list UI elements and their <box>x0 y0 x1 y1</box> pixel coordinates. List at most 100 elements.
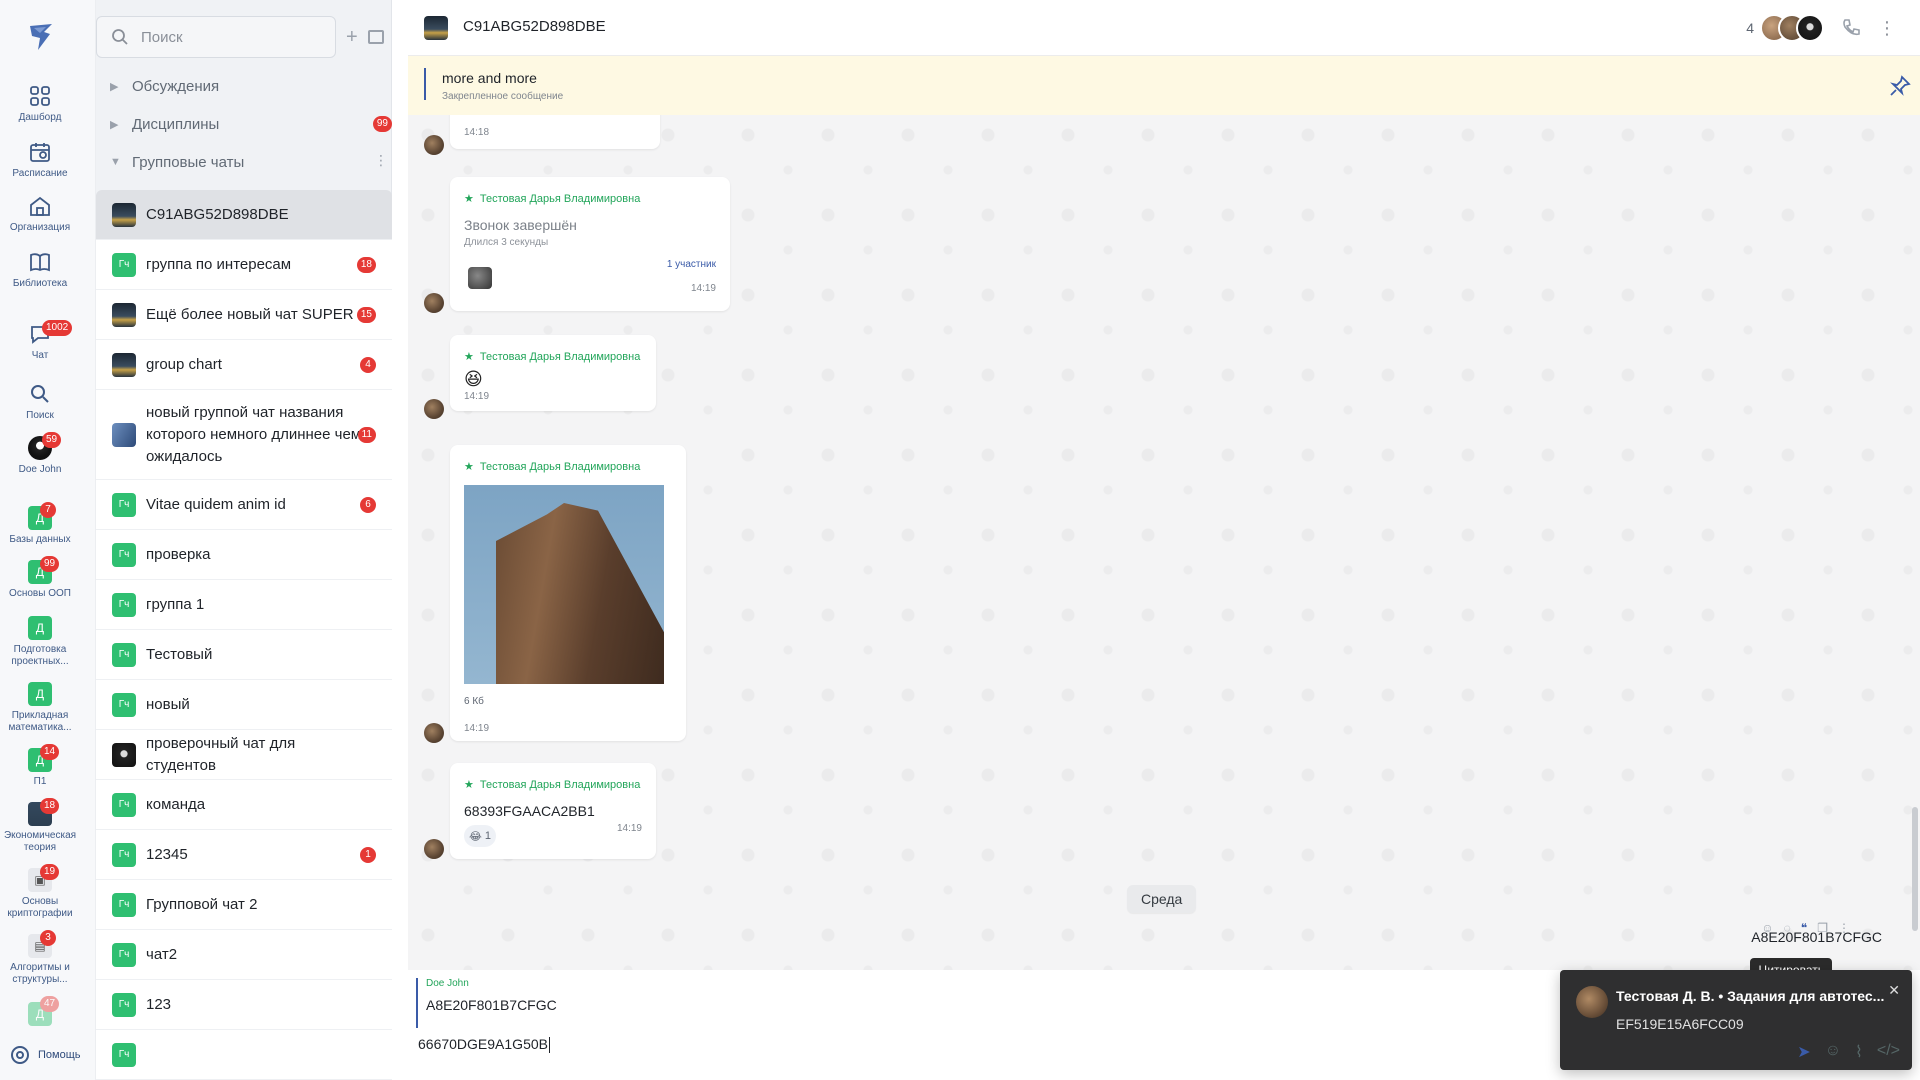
pin-icon[interactable] <box>1888 74 1912 98</box>
close-icon[interactable]: ✕ <box>1888 982 1900 999</box>
chat-list-item[interactable]: Гч Тестовый <box>96 630 392 680</box>
message-bubble[interactable]: ★ Тестовая Дарья Владимировна 😆 14:19 <box>450 335 656 411</box>
chat-title[interactable]: C91ABG52D898DBE <box>463 18 606 35</box>
pinned-subtitle: Закрепленное сообщение <box>442 91 564 102</box>
rail-label: Дашборд <box>18 112 62 123</box>
message-time: 14:19 <box>464 723 490 734</box>
chat-list-item[interactable]: Гч Групповой чат 2 <box>96 880 392 930</box>
rail-label: Организация <box>9 222 71 233</box>
chat-list-item[interactable]: Гч новый <box>96 680 392 730</box>
message-sender[interactable]: ★ Тестовая Дарья Владимировна <box>464 460 640 474</box>
rail-chat[interactable]: 1002 Чат <box>0 320 80 362</box>
notification-toast[interactable]: Тестовая Д. В. • Задания для автотес... … <box>1560 970 1912 1070</box>
more-vertical-icon[interactable]: ⋮ <box>1878 18 1896 39</box>
message-input[interactable]: 66670DGE9A1G50B <box>418 1036 550 1054</box>
chat-list-item[interactable]: Гч группа 1 <box>96 580 392 630</box>
pinned-message[interactable]: more and more Закрепленное сообщение <box>408 56 1920 115</box>
section-disciplines[interactable]: ▶ Дисциплины 99 <box>96 108 392 140</box>
help-button[interactable]: Помощь <box>10 1045 81 1065</box>
member-count[interactable]: 4 <box>1746 20 1754 36</box>
rail-label: Doe John <box>18 464 62 475</box>
chat-list-item[interactable]: Гч команда <box>96 780 392 830</box>
chat-list-item[interactable]: Гч группа по интересам 18 <box>96 240 392 290</box>
reaction-chip[interactable]: 😂 1 <box>464 825 496 847</box>
unread-badge: 18 <box>356 256 376 273</box>
chat-name: чат2 <box>146 945 178 963</box>
chat-list-item[interactable]: Ещё более новый чат SUPER 15 <box>96 290 392 340</box>
archive-icon[interactable] <box>367 30 384 44</box>
rail-profile-badge: 59 <box>42 432 62 448</box>
course-item[interactable]: Д 99 Основы ООП <box>0 556 80 600</box>
avatar[interactable] <box>424 839 444 859</box>
chat-avatar[interactable] <box>424 16 448 40</box>
chat-list-item[interactable]: C91ABG52D898DBE <box>96 190 392 240</box>
outgoing-message-partial[interactable]: A8E20F801B7CFGC <box>1751 929 1882 945</box>
chat-list-item[interactable]: Гч чат2 <box>96 930 392 980</box>
call-participants[interactable]: 1 участник <box>667 259 716 270</box>
section-discussions[interactable]: ▶ Обсуждения <box>96 70 392 102</box>
message-text: 68393FGAACA2BB1 <box>464 803 595 819</box>
member-avatars[interactable] <box>1760 14 1824 42</box>
scrollbar[interactable] <box>1912 807 1918 931</box>
course-label: Базы данных <box>9 534 71 545</box>
avatar <box>1576 986 1608 1018</box>
chat-list-item[interactable]: Гч Vitae quidem anim id 6 <box>96 480 392 530</box>
course-item[interactable]: Д 14 П1 <box>0 744 80 788</box>
chat-list-item[interactable]: Гч проверка <box>96 530 392 580</box>
course-item[interactable]: Д 47 <box>0 996 80 1026</box>
course-item[interactable]: ▤ 3 Алгоритмы и структуры... <box>0 930 80 986</box>
chat-list-item[interactable]: проверочный чат для студентов <box>96 730 392 780</box>
toast-title: Тестовая Д. В. • Задания для автотес... <box>1616 988 1885 1004</box>
message-sender[interactable]: ★ Тестовая Дарья Владимировна <box>464 350 640 364</box>
chat-name: 123 <box>146 995 172 1013</box>
course-item[interactable]: Д Подготовка проектных... <box>0 616 80 668</box>
message-sender[interactable]: ★ Тестовая Дарья Владимировна <box>464 778 640 792</box>
chat-list-item[interactable]: Гч 12345 1 <box>96 830 392 880</box>
rail-dashboard[interactable]: Дашборд <box>0 84 80 124</box>
course-item[interactable]: 18 Экономическая теория <box>0 798 80 854</box>
chat-list-item[interactable]: group chart 4 <box>96 340 392 390</box>
add-icon[interactable]: + <box>346 27 358 47</box>
reaction-emoji: 😂 <box>469 830 482 843</box>
course-item[interactable]: Д 7 Базы данных <box>0 502 80 546</box>
message-time: 14:19 <box>616 823 642 834</box>
message-bubble[interactable]: 14:18 <box>450 115 660 149</box>
rail-schedule[interactable]: Расписание <box>0 140 80 180</box>
message-sender[interactable]: ★ Тестовая Дарья Владимировна <box>464 192 640 206</box>
section-group-chats[interactable]: ▼ Групповые чаты ⋮ <box>96 146 392 178</box>
message-image[interactable] <box>464 485 664 684</box>
message-feed[interactable]: 14:18 ★ Тестовая Дарья Владимировна Звоно… <box>408 115 1920 970</box>
send-icon[interactable]: ➤ <box>1797 1042 1810 1062</box>
search-input[interactable]: Поиск <box>96 16 336 58</box>
message-emoji: 😆 <box>464 369 483 389</box>
emoji-icon[interactable]: ☺ <box>1825 1042 1841 1062</box>
rail-profile[interactable]: 59 Doe John <box>0 432 80 476</box>
avatar[interactable] <box>424 135 444 155</box>
chat-list-item[interactable]: Гч <box>96 1030 392 1080</box>
rail-library[interactable]: Библиотека <box>0 250 80 290</box>
logo-icon[interactable] <box>24 20 58 54</box>
chevron-right-icon: ▶ <box>110 80 119 93</box>
avatar[interactable] <box>424 723 444 743</box>
message-time: 14:19 <box>464 391 490 402</box>
reply-author: Doe John <box>426 978 469 989</box>
avatar[interactable] <box>424 399 444 419</box>
star-icon: ★ <box>464 779 474 791</box>
chat-list-item[interactable]: Гч 123 <box>96 980 392 1030</box>
chat-list-item[interactable]: новый группой чат названия которого немн… <box>96 390 392 480</box>
avatar[interactable] <box>424 293 444 313</box>
chat-header: C91ABG52D898DBE 4 ⋮ <box>408 0 1920 56</box>
phone-icon[interactable] <box>1840 17 1862 39</box>
course-item[interactable]: Д Прикладная математика... <box>0 682 80 734</box>
code-icon[interactable]: </> <box>1877 1042 1900 1062</box>
rail-organization[interactable]: Организация <box>0 194 80 234</box>
chat-avatar: Гч <box>112 592 136 617</box>
message-bubble[interactable]: ★ Тестовая Дарья Владимировна 68393FGAACA… <box>450 763 656 859</box>
reply-preview[interactable]: Doe John A8E20F801B7CFGC <box>416 978 557 1028</box>
attach-icon[interactable]: ⌇ <box>1855 1042 1863 1062</box>
rail-search[interactable]: Поиск <box>0 382 80 422</box>
image-message[interactable]: ★ Тестовая Дарья Владимировна 6 Кб 14:19 <box>450 445 686 741</box>
call-message[interactable]: ★ Тестовая Дарья Владимировна Звонок заве… <box>450 177 730 311</box>
more-vertical-icon[interactable]: ⋮ <box>374 152 388 169</box>
course-item[interactable]: ▣ 19 Основы криптографии <box>0 864 80 920</box>
